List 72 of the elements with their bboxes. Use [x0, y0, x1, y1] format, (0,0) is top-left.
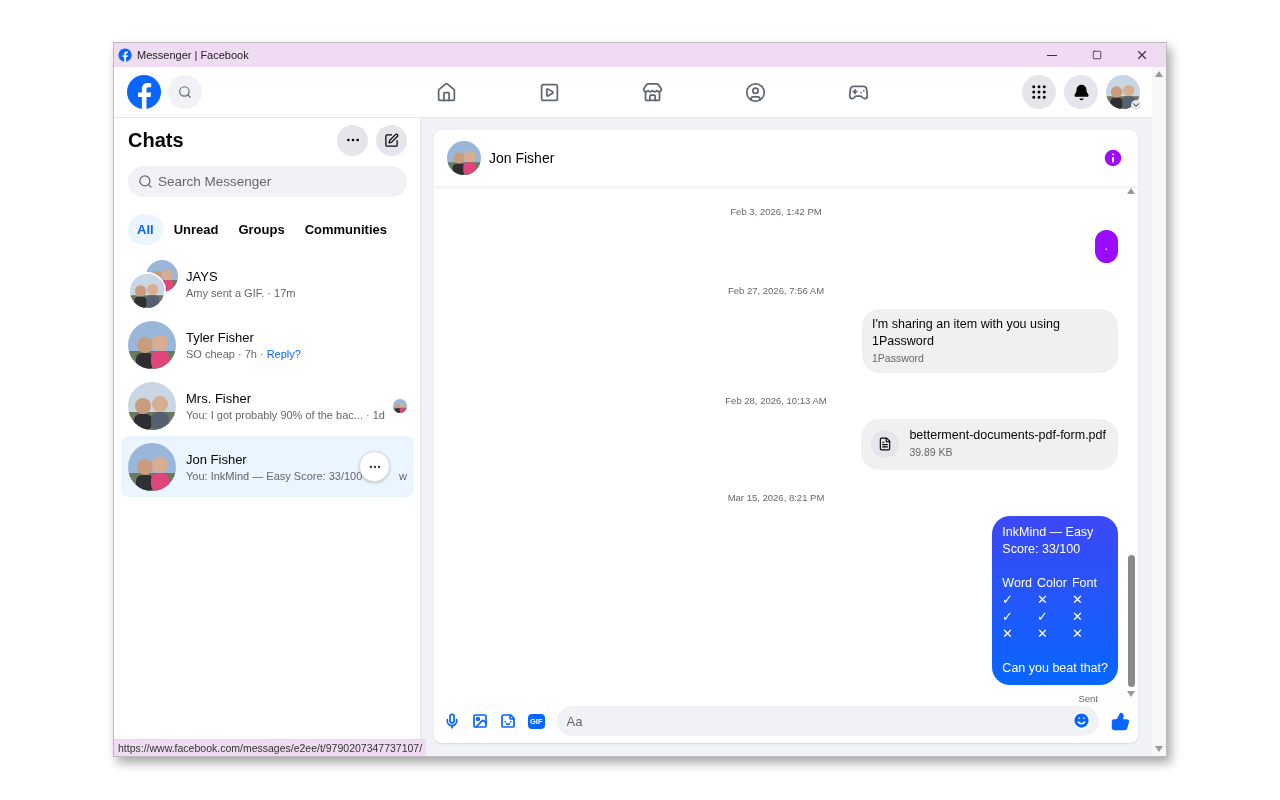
file-attachment-bubble[interactable]: betterment-documents-pdf-form.pdf 39.89 KB	[861, 419, 1118, 470]
score-column-label: Font	[1071, 575, 1097, 592]
sticker-icon[interactable]	[500, 713, 516, 729]
maximize-icon	[1092, 50, 1102, 60]
message-timestamp: Mar 15, 2026, 8:21 PM	[727, 492, 825, 503]
message-preview: Amy sent a GIF. · 17m	[186, 286, 296, 299]
notifications-button[interactable]	[1064, 75, 1098, 109]
message-time: w	[399, 469, 407, 482]
message-preview: SO cheap · 7h ·	[186, 347, 264, 360]
reply-link[interactable]: Reply?	[266, 347, 301, 360]
thumbs-up-icon[interactable]	[1111, 711, 1130, 731]
scrollbar[interactable]	[1152, 67, 1166, 756]
message-text: I'm sharing an item with you using 1Password	[872, 316, 1061, 350]
filter-tab[interactable]: Communities	[295, 214, 396, 245]
score-mark: ✕	[1037, 626, 1049, 643]
search-icon	[178, 85, 192, 99]
score-mark: ✓	[1037, 609, 1049, 626]
facebook-logo-icon	[118, 48, 132, 62]
message-timestamp: Feb 28, 2026, 10:13 AM	[725, 395, 827, 406]
score-mark: ✕	[1002, 626, 1015, 643]
chat-list-item[interactable]: JAYS Amy sent a GIF. · 17m	[121, 253, 414, 314]
compose-icon	[384, 132, 399, 148]
image-icon[interactable]	[472, 713, 488, 729]
chat-name: Tyler Fisher	[186, 329, 254, 345]
search-field[interactable]: Search Messenger	[128, 166, 407, 197]
minimize-icon	[1047, 54, 1057, 56]
file-name: betterment-documents-pdf-form.pdf	[909, 427, 1106, 444]
message-input[interactable]: Aa	[556, 706, 1099, 736]
score-mark: ✕	[1037, 592, 1049, 609]
score-mark: ✕	[1071, 592, 1084, 609]
score-mark: ✕	[1071, 626, 1084, 643]
filter-tab[interactable]: Unread	[164, 214, 228, 245]
sent-status: Sent	[1078, 693, 1098, 704]
info-icon[interactable]	[1102, 147, 1124, 169]
microphone-icon[interactable]	[444, 713, 460, 729]
chat-list-item[interactable]: Mrs. Fisher You: I got probably 90% of the bac... · 1d	[121, 375, 414, 436]
score-mark: ✓	[1002, 592, 1015, 609]
window-title: Messenger | Facebook	[137, 49, 250, 61]
message-preview: You: I got probably 90% of the bac... · 1d	[186, 408, 385, 421]
filter-tab[interactable]: All	[128, 214, 163, 245]
score-column-label: Color	[1037, 575, 1067, 592]
file-size: 39.89 KB	[909, 445, 954, 460]
message-timestamp: Feb 3, 2026, 1:42 PM	[730, 206, 822, 217]
score-mark: ✕	[1071, 609, 1084, 626]
facebook-logo-icon[interactable]	[126, 74, 162, 110]
close-icon	[1135, 48, 1149, 62]
chats-title: Chats	[128, 128, 185, 152]
chat-name: JAYS	[186, 268, 218, 284]
message-preview: You: InkMind — Easy Score: 33/100	[186, 469, 363, 482]
bell-icon	[1072, 83, 1090, 101]
menu-button[interactable]	[1022, 75, 1056, 109]
message-text: Score: 33/100	[1002, 541, 1082, 558]
score-mark: ✓	[1002, 609, 1015, 626]
filter-tab[interactable]: Groups	[229, 214, 294, 245]
document-icon	[878, 437, 893, 451]
chat-name: Mrs. Fisher	[186, 390, 251, 406]
grid-icon	[1030, 83, 1048, 101]
score-column-label: Word	[1002, 575, 1032, 592]
contact-name: Jon Fisher	[489, 150, 556, 166]
chat-name: Jon Fisher	[186, 451, 247, 467]
new-message-button[interactable]	[376, 124, 407, 156]
chat-list-item[interactable]: Jon Fisher You: InkMind — Easy Score: 33/100 w	[121, 436, 414, 497]
message-source: 1Password	[872, 351, 925, 366]
message-text: InkMind — Easy	[1002, 524, 1095, 541]
search-button[interactable]	[168, 75, 202, 109]
chevron-icon[interactable]	[1131, 100, 1141, 110]
status-url: https://www.facebook.com/messages/e2ee/t/9790207347737107/	[114, 739, 427, 756]
chat-list-item[interactable]: Tyler Fisher SO cheap · 7h · Reply?	[121, 314, 414, 375]
message-timestamp: Feb 27, 2026, 7:56 AM	[727, 285, 825, 296]
sent-message-bubble: .	[1094, 230, 1118, 263]
message-text: Can you beat that?	[1002, 660, 1108, 677]
search-icon	[138, 174, 153, 189]
